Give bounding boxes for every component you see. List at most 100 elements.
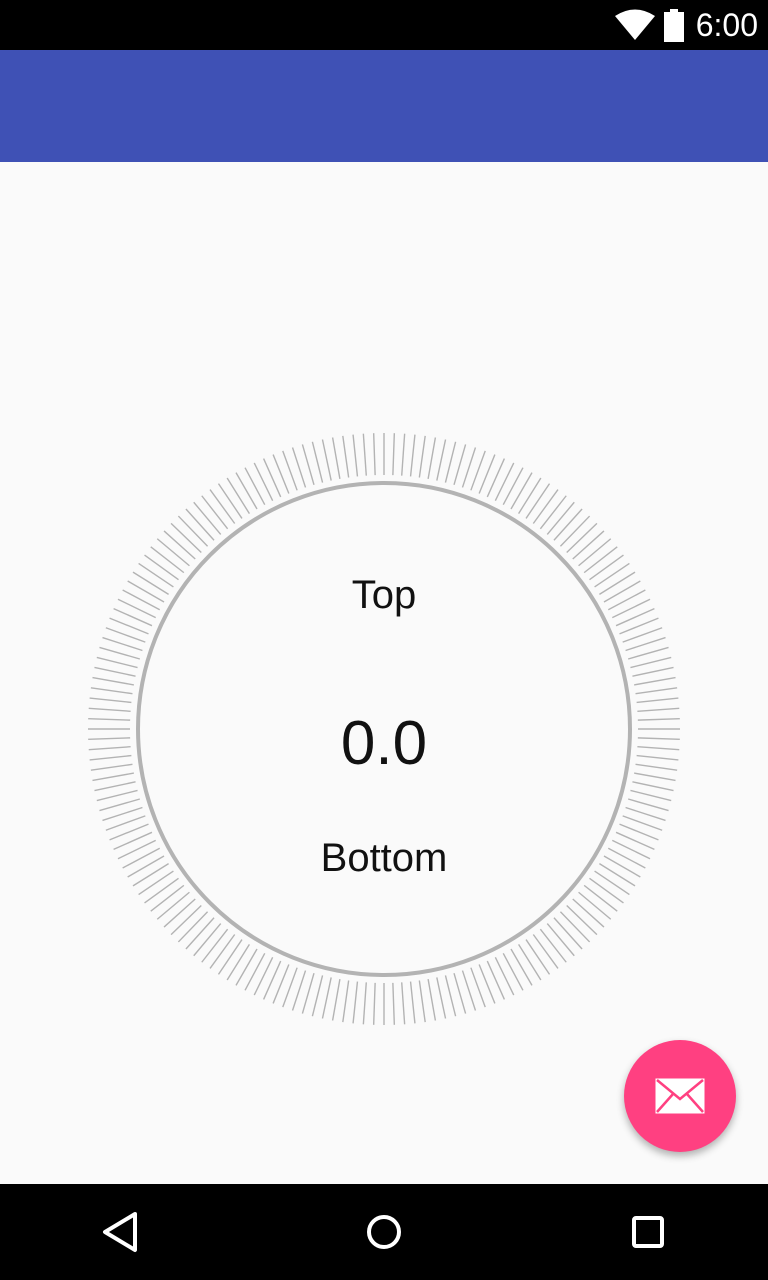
dial-tick: [262, 960, 282, 1000]
dial-tick: [226, 944, 250, 981]
dial-tick: [201, 495, 229, 530]
dial-tick: [331, 437, 341, 479]
dial-tick: [209, 934, 236, 969]
dial-tick: [539, 495, 567, 530]
recents-icon[interactable]: [618, 1202, 678, 1262]
dial-tick: [453, 444, 467, 486]
dial-tick: [510, 948, 533, 986]
dial-tick: [525, 939, 551, 975]
dial-tick: [372, 433, 376, 476]
dial-tick: [150, 546, 185, 574]
dial-tick: [193, 501, 222, 535]
dial-tick: [436, 439, 447, 481]
dial-tick: [321, 977, 332, 1019]
dial-tick: [546, 501, 575, 535]
dial-tick: [532, 934, 559, 969]
dial-tick: [226, 477, 250, 514]
dial-tick: [352, 434, 359, 477]
dial-tick: [494, 956, 515, 996]
dial-tick: [427, 979, 437, 1021]
dial-tick: [444, 441, 457, 483]
dial-tick: [427, 437, 437, 479]
dial-tick: [630, 656, 672, 669]
dial-tick: [539, 928, 567, 963]
dial-tick: [253, 462, 274, 502]
dial-tick: [94, 781, 136, 792]
dial-tick: [362, 433, 367, 476]
dial-tick: [201, 928, 229, 963]
dial-tick: [244, 952, 266, 991]
dial-tick: [525, 483, 551, 519]
dial-tick: [185, 508, 215, 541]
dial-tick: [502, 952, 524, 991]
dial-tick: [235, 472, 258, 510]
dial-tick: [502, 467, 524, 506]
dial-tick: [331, 979, 341, 1021]
dial-tick: [401, 433, 406, 476]
dial-tick: [486, 458, 506, 498]
dial-tick: [342, 980, 350, 1023]
home-icon[interactable]: [354, 1202, 414, 1262]
dial-tick: [96, 656, 138, 669]
dial-tick: [532, 489, 559, 524]
dial-tick: [553, 508, 583, 541]
dial-tick: [518, 944, 542, 981]
dial-tick: [572, 898, 605, 928]
dial-tick: [436, 977, 447, 1019]
dial-tick: [89, 697, 132, 704]
dial-tick: [163, 898, 196, 928]
dial-tick: [170, 522, 202, 554]
dial-tick: [418, 435, 426, 478]
dial-tick: [170, 904, 202, 936]
dial-tick: [583, 884, 618, 912]
dial-tick: [630, 789, 672, 802]
dial-tick: [546, 923, 575, 957]
dial-tick: [193, 923, 222, 957]
app-bar: [0, 50, 768, 162]
dial-tick: [301, 444, 315, 486]
dial-tick: [301, 972, 315, 1014]
navigation-bar: [0, 1184, 768, 1280]
dial-tick: [352, 981, 359, 1024]
dial-tick: [583, 546, 618, 574]
dial-value: 0.0: [340, 709, 428, 778]
send-mail-button[interactable]: [624, 1040, 736, 1152]
dial-tick: [150, 884, 185, 912]
dial-tick: [392, 433, 396, 476]
dial-tick: [94, 666, 136, 677]
dial-tick: [235, 948, 258, 986]
dial-tick: [578, 891, 612, 920]
wifi-icon: [615, 9, 655, 40]
dial-tick: [627, 798, 669, 812]
dial-tick: [156, 538, 190, 567]
dial-tick: [444, 975, 457, 1017]
dial-tick: [392, 982, 396, 1025]
dial-tick: [453, 972, 467, 1014]
dial-tick: [244, 467, 266, 506]
dial-tick: [217, 939, 243, 975]
dial-tick: [156, 891, 190, 920]
dial-tick: [559, 515, 591, 547]
dial-tick: [311, 975, 324, 1017]
dial-tick: [578, 538, 612, 567]
dial-tick: [636, 697, 679, 704]
dial-tick: [253, 956, 274, 996]
dial-tick: [632, 666, 674, 677]
dial-tick: [177, 911, 209, 943]
dial-tick: [627, 646, 669, 660]
mail-icon: [655, 1078, 705, 1114]
dial-bottom-label: Bottom: [320, 836, 448, 880]
dial-tick: [553, 917, 583, 950]
dial-tick: [92, 676, 134, 686]
dial-tick: [177, 515, 209, 547]
dial-tick: [572, 530, 605, 560]
dial-tick: [99, 798, 141, 812]
dial-tick: [217, 483, 243, 519]
status-time: 6:00: [695, 7, 758, 43]
back-icon[interactable]: [90, 1202, 150, 1262]
dial-tick: [163, 530, 196, 560]
dial-tick: [342, 435, 350, 478]
dial-tick: [559, 911, 591, 943]
content-area: Top 0.0 Bottom: [0, 162, 768, 1184]
dial-tick: [372, 982, 376, 1025]
